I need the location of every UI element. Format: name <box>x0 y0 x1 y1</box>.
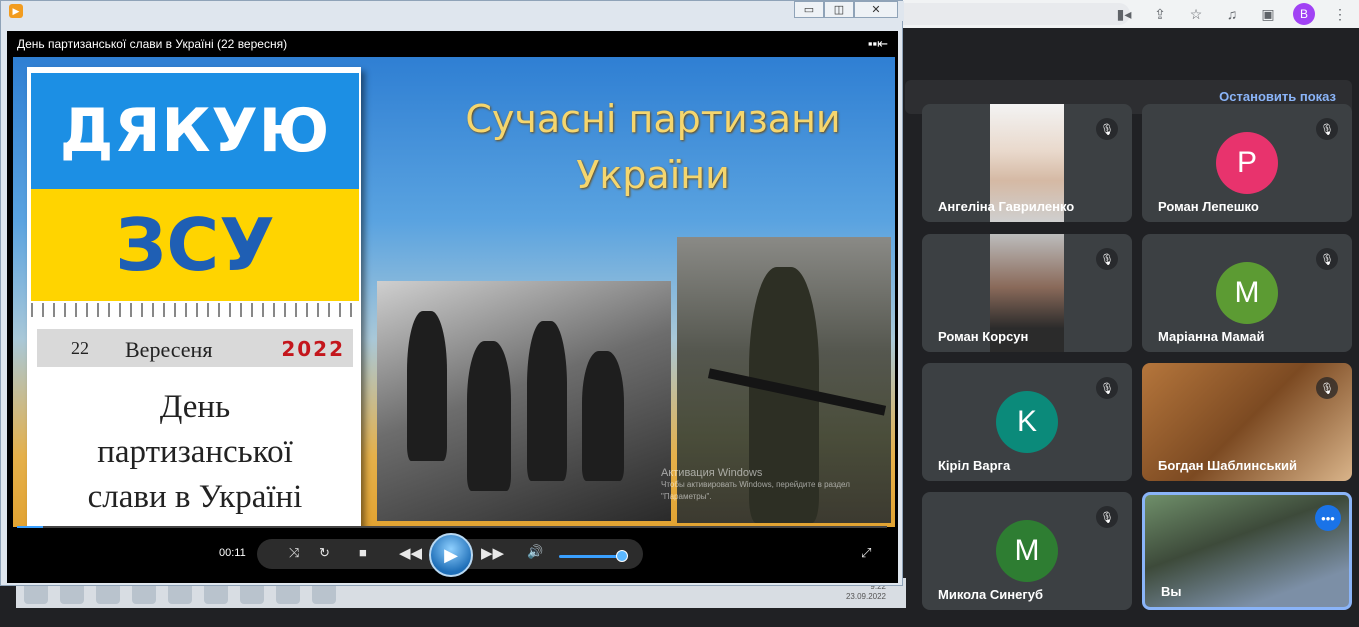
clock-date: 23.09.2022 <box>845 592 886 601</box>
holiday-name: День партизанської слави в Україні <box>31 385 359 520</box>
volume-icon[interactable]: 🔊 <box>527 544 543 560</box>
mic-off-icon: 🎙 <box>1316 377 1338 399</box>
volume-knob[interactable] <box>616 550 628 562</box>
elapsed-time: 00:11 <box>219 547 246 559</box>
media-player-icon: ▶ <box>9 4 23 18</box>
participant-avatar: M <box>996 520 1058 582</box>
restore-button[interactable]: ◫ <box>824 1 854 18</box>
volume-slider[interactable] <box>559 555 623 558</box>
participant-avatar: K <box>996 391 1058 453</box>
windows-activation-watermark: Активация Windows Чтобы активировать Win… <box>661 467 881 503</box>
previous-icon[interactable]: ◀◀ <box>399 544 422 562</box>
activation-title: Активация Windows <box>661 467 763 479</box>
participant-tile[interactable]: K 🎙 Кіріл Варга <box>922 363 1132 481</box>
menu-icon[interactable]: ⋮ <box>1329 3 1351 25</box>
fullscreen-icon[interactable]: ⤢ <box>861 545 871 561</box>
mic-off-icon: 🎙 <box>1316 248 1338 270</box>
historical-partisans-photo <box>377 281 671 521</box>
holiday-line-3: слави в Україні <box>87 479 303 515</box>
date-bar: 22 Вересеня 2022 <box>37 329 353 367</box>
mic-off-icon: 🎙 <box>1096 248 1118 270</box>
headline-line-2: України <box>576 153 730 197</box>
media-player-window: ▶ ▭ ◫ ✕ День партизанської слави в Украї… <box>0 0 904 586</box>
shuffle-icon[interactable]: ⤨ <box>289 545 299 561</box>
close-button[interactable]: ✕ <box>854 1 898 18</box>
army-heading: ЗСУ <box>31 189 359 301</box>
participant-tile[interactable]: M 🎙 Маріанна Мамай <box>1142 234 1352 352</box>
seek-progress <box>17 526 44 528</box>
mic-off-icon: 🎙 <box>1316 118 1338 140</box>
participant-tile[interactable]: 🎙 Ангеліна Гавриленко <box>922 104 1132 222</box>
participant-name: Маріанна Мамай <box>1158 329 1265 344</box>
participant-name: Роман Корсун <box>938 329 1029 344</box>
holiday-line-2: партизанської <box>97 434 293 470</box>
activation-subtitle: Чтобы активировать Windows, перейдите в … <box>661 480 850 501</box>
thanks-heading: ДЯКУЮ <box>31 73 359 189</box>
calendar-rings <box>31 303 359 317</box>
participant-tile[interactable]: 🎙 Богдан Шаблинський <box>1142 363 1352 481</box>
extension-icon[interactable]: ▣ <box>1257 3 1279 25</box>
switch-view-icon[interactable]: ▪▪⇤ <box>868 36 888 52</box>
camera-icon[interactable]: ▮◂ <box>1113 3 1135 25</box>
holiday-line-1: День <box>159 389 231 425</box>
date-year: 2022 <box>281 337 345 361</box>
media-icon[interactable]: ♫ <box>1221 3 1243 25</box>
date-day: 22 <box>71 338 89 358</box>
star-icon[interactable]: ☆ <box>1185 3 1207 25</box>
play-button[interactable]: ▶ <box>429 533 473 577</box>
participant-avatar: M <box>1216 262 1278 324</box>
mic-off-icon: 🎙 <box>1096 377 1118 399</box>
window-titlebar: ▶ ▭ ◫ ✕ <box>1 1 904 21</box>
participant-name: Богдан Шаблинський <box>1158 458 1297 473</box>
stop-icon[interactable]: ■ <box>359 545 367 560</box>
participant-tile[interactable]: M 🎙 Микола Синегуб <box>922 492 1132 610</box>
mic-off-icon: 🎙 <box>1096 118 1118 140</box>
video-screen[interactable]: День партизанської слави в Україні (22 в… <box>7 31 898 583</box>
participant-name: Роман Лепешко <box>1158 199 1259 214</box>
participant-name: Вы <box>1161 584 1182 599</box>
slide-headline: Сучасні партизани України <box>413 95 893 199</box>
repeat-icon[interactable]: ↻ <box>319 545 330 561</box>
participant-tile[interactable]: Р 🎙 Роман Лепешко <box>1142 104 1352 222</box>
share-icon[interactable]: ⇪ <box>1149 3 1171 25</box>
profile-avatar[interactable]: B <box>1293 3 1315 25</box>
playback-controls: 00:11 ⤨ ↻ ■ ◀◀ ▶ ▶▶ 🔊 ⤢ <box>7 531 898 583</box>
window-controls: ▭ ◫ ✕ <box>794 1 898 18</box>
calendar-card: ДЯКУЮ ЗСУ 22 Вересеня 2022 День партизан… <box>27 67 361 527</box>
seek-bar[interactable] <box>17 526 887 528</box>
participant-avatar: Р <box>1216 132 1278 194</box>
next-icon[interactable]: ▶▶ <box>481 544 504 562</box>
participant-name: Ангеліна Гавриленко <box>938 199 1075 214</box>
video-title: День партизанської слави в Україні (22 в… <box>17 37 288 51</box>
participant-name: Кіріл Варга <box>938 458 1011 473</box>
self-tile[interactable]: ••• Вы <box>1142 492 1352 610</box>
more-options-icon[interactable]: ••• <box>1315 505 1341 531</box>
video-frame: ДЯКУЮ ЗСУ 22 Вересеня 2022 День партизан… <box>13 57 895 527</box>
minimize-button[interactable]: ▭ <box>794 1 824 18</box>
participant-name: Микола Синегуб <box>938 587 1044 602</box>
browser-actions: ▮◂ ⇪ ☆ ♫ ▣ B ⋮ <box>1113 3 1351 25</box>
headline-line-1: Сучасні партизани <box>465 97 841 141</box>
participant-tile[interactable]: 🎙 Роман Корсун <box>922 234 1132 352</box>
date-month: Вересеня <box>125 337 213 362</box>
mic-off-icon: 🎙 <box>1096 506 1118 528</box>
